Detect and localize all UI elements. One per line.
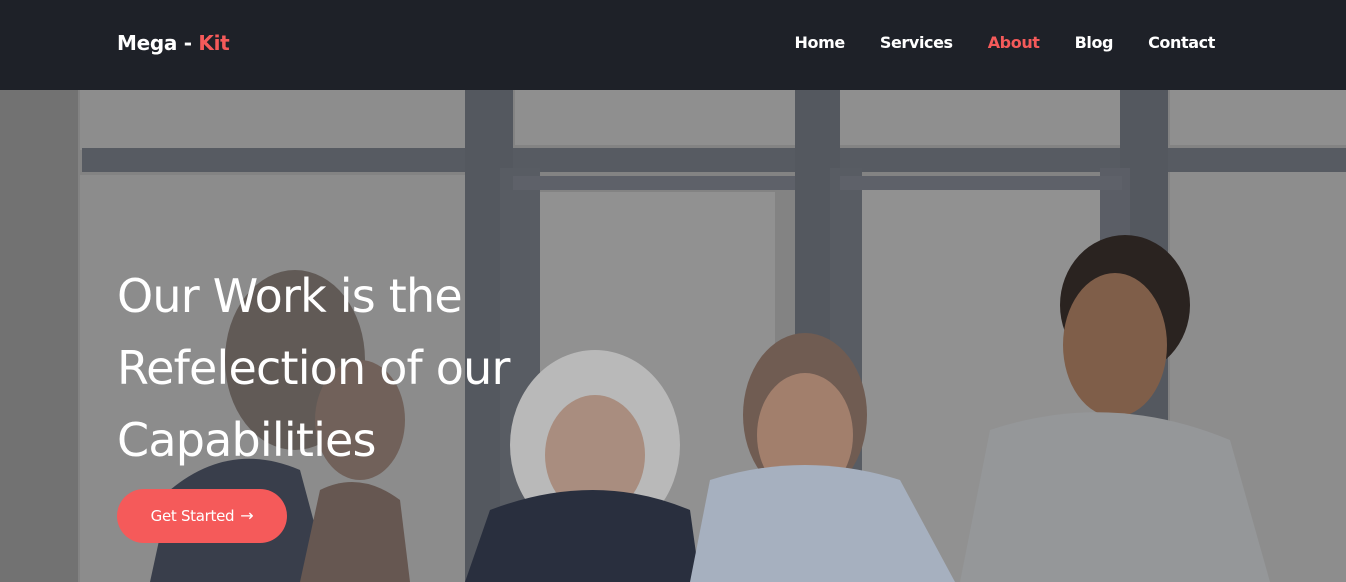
nav-home[interactable]: Home [795,33,846,52]
hero-title-line: Refelection of our [117,341,510,395]
brand-accent: Kit [198,31,230,55]
brand-name: Mega - [117,31,199,55]
brand-logo[interactable]: Mega - Kit [117,31,230,55]
get-started-label: Get Started [150,507,235,525]
nav-contact[interactable]: Contact [1148,33,1215,52]
nav-about[interactable]: About [988,33,1040,52]
hero-title-line: Capabilities [117,413,377,467]
main-nav: Home Services About Blog Contact [795,33,1216,52]
get-started-button[interactable]: Get Started → [117,489,287,543]
site-header: Mega - Kit Home Services About Blog Cont… [0,0,1346,90]
nav-blog[interactable]: Blog [1075,33,1114,52]
hero-section: Our Work is the Refelection of our Capab… [0,90,1346,582]
arrow-right-icon: → [240,506,254,525]
hero-title: Our Work is the Refelection of our Capab… [117,260,510,476]
nav-services[interactable]: Services [880,33,953,52]
hero-title-line: Our Work is the [117,269,463,323]
